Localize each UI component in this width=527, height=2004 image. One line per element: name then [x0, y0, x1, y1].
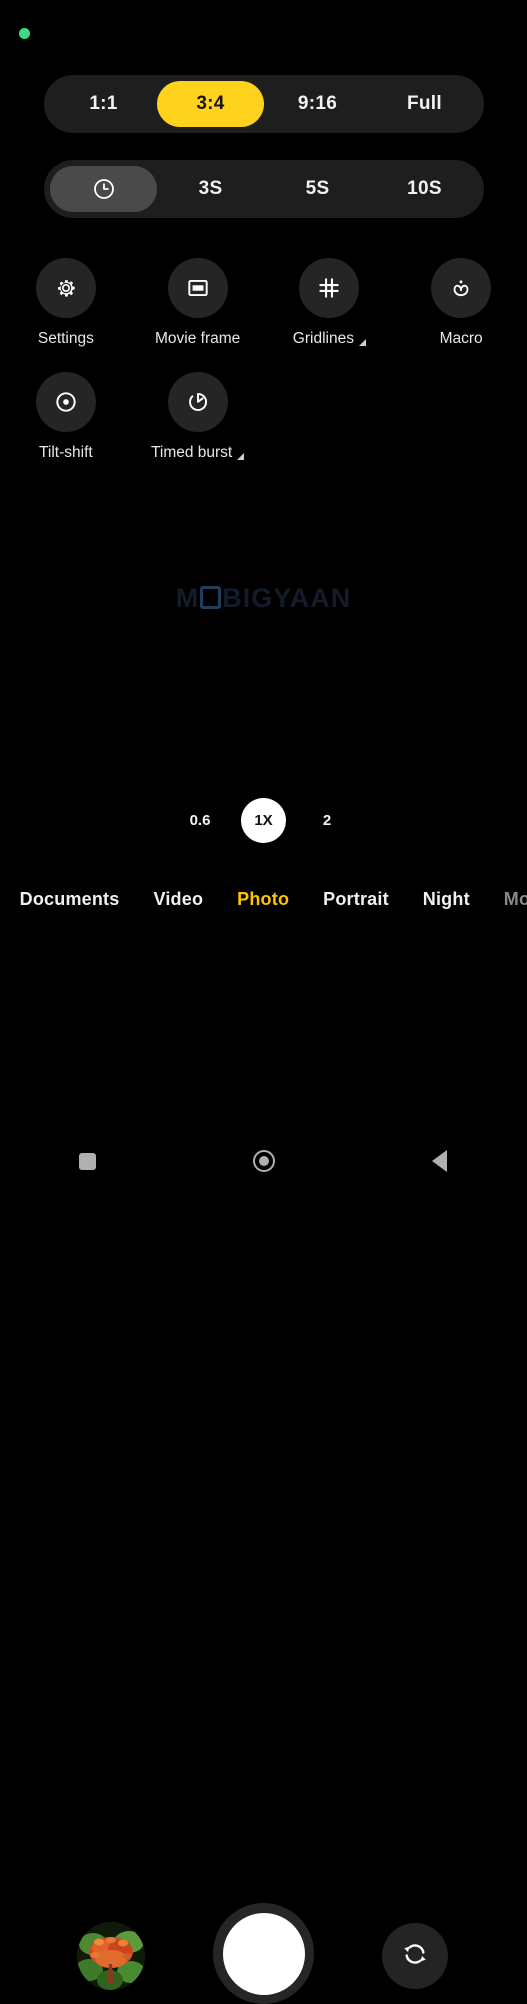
- mode-item-more[interactable]: More: [504, 889, 527, 910]
- tilt-shift-icon: [35, 372, 96, 432]
- feature-timed-burst-label: Timed burst: [151, 444, 245, 462]
- shutter-button[interactable]: [213, 1903, 314, 2004]
- mode-item-photo[interactable]: Photo: [237, 889, 289, 910]
- aspect-ratio-selector: 1:1 3:4 9:16 Full: [44, 75, 484, 133]
- timer-option-5s[interactable]: 5S: [264, 166, 371, 212]
- expand-triangle-icon: [237, 453, 245, 460]
- expand-triangle-icon: [358, 339, 366, 346]
- timer-option-off[interactable]: [50, 166, 157, 212]
- nav-back-button[interactable]: [351, 1150, 527, 1172]
- back-triangle-icon: [431, 1150, 447, 1172]
- android-navigation-bar: [0, 1122, 527, 1200]
- nav-home-button[interactable]: [176, 1150, 352, 1172]
- clock-icon: [92, 177, 116, 201]
- shutter-inner-circle: [222, 1912, 305, 1995]
- macro-flower-icon: [431, 258, 492, 318]
- flip-camera-icon: [400, 1939, 430, 1974]
- flip-camera-button[interactable]: [382, 1923, 448, 1989]
- gallery-thumbnail[interactable]: [77, 1922, 145, 1990]
- timed-burst-icon: [167, 372, 228, 432]
- gridlines-icon: [299, 258, 360, 318]
- gear-icon: [35, 258, 96, 318]
- camera-in-use-indicator: [19, 28, 30, 39]
- mode-item-portrait[interactable]: Portrait: [323, 889, 389, 910]
- watermark-o-glyph: [200, 586, 222, 609]
- feature-macro-label: Macro: [439, 330, 483, 347]
- nav-recents-button[interactable]: [0, 1152, 176, 1170]
- feature-movie-frame[interactable]: Movie frame: [132, 258, 264, 348]
- camera-mode-selector: ) Documents Video Photo Portrait Night M…: [0, 880, 527, 918]
- movie-frame-icon: [167, 258, 228, 318]
- camera-action-bar: [0, 945, 527, 2004]
- mode-item-documents[interactable]: Documents: [20, 889, 120, 910]
- feature-settings[interactable]: Settings: [0, 258, 132, 348]
- feature-macro[interactable]: Macro: [395, 258, 527, 348]
- aspect-ratio-option-1-1[interactable]: 1:1: [50, 81, 157, 127]
- feature-movie-frame-label: Movie frame: [154, 330, 241, 347]
- timer-option-3s[interactable]: 3S: [157, 166, 264, 212]
- feature-settings-label: Settings: [37, 330, 94, 347]
- feature-tilt-shift-label: Tilt-shift: [39, 444, 93, 461]
- feature-gridlines-label: Gridlines: [293, 330, 366, 348]
- camera-feature-grid: Settings Movie frame Gridlines Macro Til…: [0, 258, 527, 486]
- watermark: M BIGYAAN: [175, 583, 352, 613]
- zoom-level-selector: 0.6 1X 2: [0, 788, 527, 852]
- zoom-level-0-6[interactable]: 0.6: [187, 812, 213, 829]
- mode-item-video[interactable]: Video: [153, 889, 203, 910]
- zoom-level-1x[interactable]: 1X: [241, 797, 286, 843]
- mode-item-night[interactable]: Night: [423, 889, 470, 910]
- aspect-ratio-option-3-4[interactable]: 3:4: [157, 81, 264, 127]
- feature-gridlines[interactable]: Gridlines: [264, 258, 396, 348]
- feature-timed-burst[interactable]: Timed burst: [132, 372, 264, 462]
- timer-option-10s[interactable]: 10S: [371, 166, 478, 212]
- aspect-ratio-option-full[interactable]: Full: [371, 81, 478, 127]
- recents-square-icon: [79, 1152, 97, 1170]
- home-circle-icon: [252, 1150, 275, 1172]
- timer-selector: 3S 5S 10S: [44, 160, 484, 218]
- aspect-ratio-option-9-16[interactable]: 9:16: [264, 81, 371, 127]
- feature-tilt-shift[interactable]: Tilt-shift: [0, 372, 132, 462]
- zoom-level-2[interactable]: 2: [314, 812, 340, 829]
